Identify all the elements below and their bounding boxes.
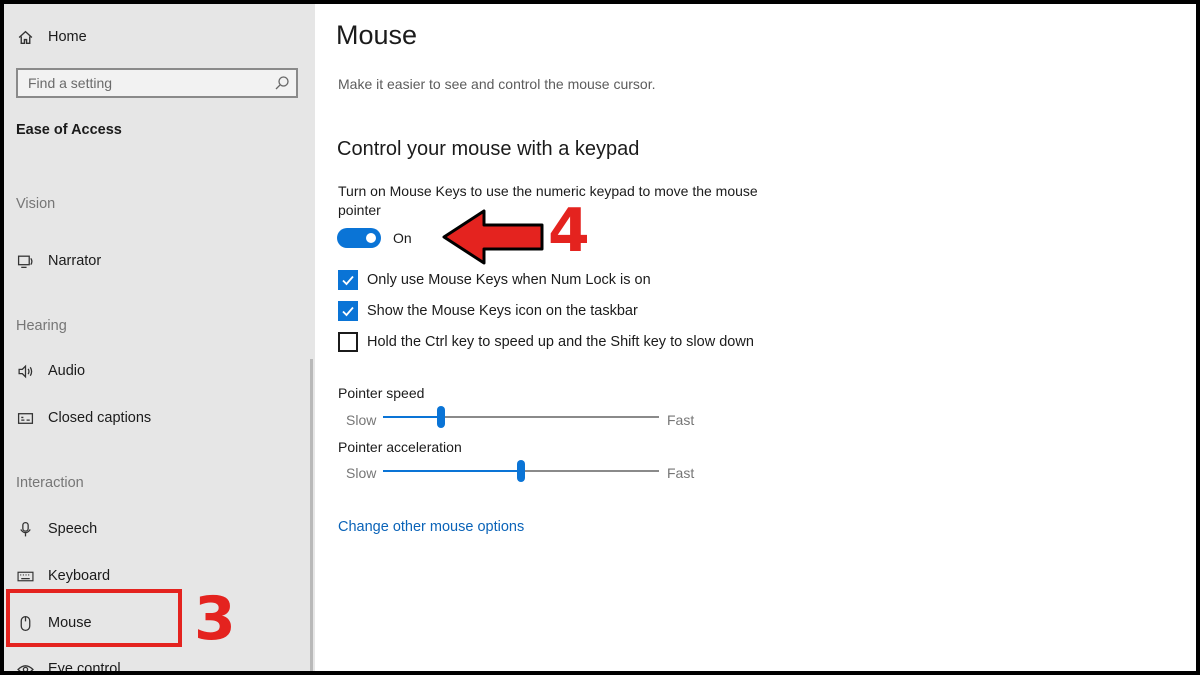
sidebar-item-speech[interactable]: Speech	[16, 520, 97, 538]
group-heading-hearing: Hearing	[16, 318, 67, 334]
change-mouse-options-link[interactable]: Change other mouse options	[338, 519, 524, 535]
sidebar-item-label: Eye control	[48, 661, 121, 671]
pointer-speed-label: Pointer speed	[338, 385, 425, 401]
slider-thumb[interactable]	[436, 406, 445, 428]
search-icon[interactable]	[274, 75, 290, 91]
checkbox-checked[interactable]	[338, 270, 358, 290]
section-title: Control your mouse with a keypad	[337, 138, 640, 160]
checkbox-checked[interactable]	[338, 301, 358, 321]
eye-icon	[16, 660, 34, 671]
settings-window: Home Ease of Access Vision Narrator Hear…	[4, 4, 1196, 671]
sidebar-item-label: Speech	[48, 521, 98, 537]
main-content: Mouse Make it easier to see and control …	[315, 4, 1196, 671]
search-input[interactable]	[18, 70, 278, 96]
slider-max-label: Fast	[667, 465, 695, 481]
sidebar-item-label: Narrator	[48, 253, 102, 269]
microphone-icon	[16, 520, 34, 538]
home-icon	[16, 28, 34, 46]
checkbox-ctrl-shift[interactable]: Hold the Ctrl key to speed up and the Sh…	[338, 332, 754, 352]
sidebar-item-narrator[interactable]: Narrator	[16, 252, 101, 270]
sidebar-item-label: Home	[48, 29, 87, 45]
sidebar-item-keyboard[interactable]: Keyboard	[16, 567, 110, 585]
sidebar-scrollbar[interactable]	[310, 359, 313, 671]
group-heading-interaction: Interaction	[16, 475, 84, 491]
checkbox-num-lock[interactable]: Only use Mouse Keys when Num Lock is on	[338, 270, 651, 290]
sidebar-item-label: Audio	[48, 363, 86, 379]
slider-min-label: Slow	[346, 412, 377, 428]
sidebar-item-home[interactable]: Home	[16, 28, 87, 46]
slider-thumb[interactable]	[517, 460, 525, 482]
narrator-icon	[16, 252, 34, 270]
slider-fill	[383, 470, 521, 472]
checkbox-label: Only use Mouse Keys when Num Lock is on	[367, 272, 651, 288]
checkbox-label: Hold the Ctrl key to speed up and the Sh…	[367, 334, 754, 350]
step-4-label: 4	[548, 196, 590, 266]
slider-min-label: Slow	[346, 465, 377, 481]
mouse-keys-toggle[interactable]	[337, 228, 381, 248]
sidebar-item-label: Closed captions	[48, 410, 152, 426]
group-heading-vision: Vision	[16, 196, 56, 212]
toggle-knob	[366, 233, 376, 243]
pointer-acceleration-slider[interactable]	[383, 460, 659, 482]
sidebar-section-title: Ease of Access	[16, 122, 122, 138]
checkbox-label: Show the Mouse Keys icon on the taskbar	[367, 303, 638, 319]
mouse-highlight-box	[6, 589, 182, 647]
checkbox-taskbar-icon[interactable]: Show the Mouse Keys icon on the taskbar	[338, 301, 638, 321]
page-title: Mouse	[336, 20, 418, 50]
toggle-state-label: On	[393, 230, 412, 246]
slider-max-label: Fast	[667, 412, 695, 428]
sidebar: Home Ease of Access Vision Narrator Hear…	[4, 4, 315, 671]
pointer-speed-slider[interactable]	[383, 406, 659, 428]
pointer-acceleration-label: Pointer acceleration	[338, 439, 462, 455]
checkbox-unchecked[interactable]	[338, 332, 358, 352]
captions-icon	[16, 409, 34, 427]
sidebar-item-eye-control[interactable]: Eye control	[16, 660, 121, 671]
red-arrow-annotation	[442, 209, 544, 265]
step-3-label: 3	[194, 584, 236, 654]
speaker-icon	[16, 362, 34, 380]
slider-fill	[383, 416, 441, 418]
sidebar-item-audio[interactable]: Audio	[16, 362, 85, 380]
sidebar-item-label: Keyboard	[48, 568, 111, 584]
sidebar-item-closed-captions[interactable]: Closed captions	[16, 409, 151, 427]
page-subtitle: Make it easier to see and control the mo…	[338, 76, 656, 92]
search-box[interactable]	[16, 68, 298, 98]
keyboard-icon	[16, 567, 34, 585]
